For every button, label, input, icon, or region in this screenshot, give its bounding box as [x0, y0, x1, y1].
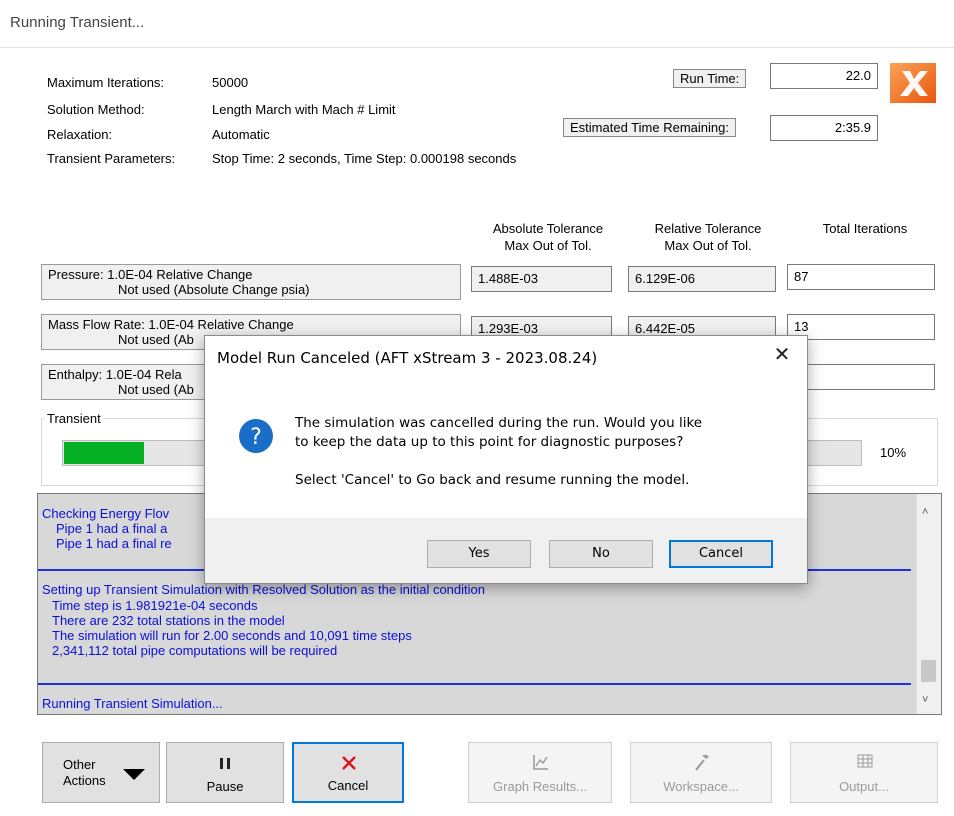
- pause-label: Pause: [206, 779, 244, 794]
- workspace-button[interactable]: Workspace...: [630, 742, 772, 803]
- dialog-message-line2: to keep the data up to this point for di…: [295, 434, 684, 450]
- pressure-tolerance-line1: Pressure: 1.0E-04 Relative Change: [48, 267, 253, 282]
- log-line: Checking Energy Flov: [42, 506, 170, 521]
- estimated-remaining-value: 2:35.9: [770, 115, 878, 141]
- svg-text:?: ?: [250, 425, 262, 450]
- pressure-tolerance-line2: Not used (Absolute Change psia): [118, 282, 310, 297]
- aft-logo-icon: [890, 63, 936, 103]
- dialog-close-icon[interactable]: ✕: [767, 342, 797, 367]
- transient-progress-fill: [64, 442, 144, 464]
- log-line: Pipe 1 had a final re: [56, 536, 172, 551]
- pressure-tolerance-box: Pressure: 1.0E-04 Relative Change Not us…: [41, 264, 461, 300]
- log-line: There are 232 total stations in the mode…: [52, 613, 285, 628]
- red-x-icon: [342, 756, 356, 770]
- relative-tolerance-header: Relative Tolerance Max Out of Tol.: [654, 221, 762, 253]
- relaxation-value: Automatic: [212, 127, 270, 142]
- enthalpy-iterations: 3: [787, 364, 935, 390]
- transient-parameters-value: Stop Time: 2 seconds, Time Step: 0.00019…: [212, 151, 517, 166]
- mass-flow-tolerance-line1: Mass Flow Rate: 1.0E-04 Relative Change: [48, 317, 294, 332]
- cancel-run-button[interactable]: Cancel: [292, 742, 404, 803]
- graph-icon: [533, 755, 548, 770]
- max-iterations-label: Maximum Iterations:: [47, 75, 165, 90]
- enthalpy-tolerance-line1: Enthalpy: 1.0E-04 Rela: [48, 367, 182, 382]
- graph-results-label: Graph Results...: [493, 779, 587, 794]
- run-time-label: Run Time:: [673, 69, 747, 88]
- wrench-icon: [695, 754, 709, 771]
- estimated-remaining-label: Estimated Time Remaining:: [563, 118, 736, 137]
- pause-icon: [220, 758, 230, 769]
- dialog-message-line3: Select 'Cancel' to Go back and resume ru…: [295, 472, 690, 488]
- max-iterations-value: 50000: [212, 75, 249, 90]
- output-button[interactable]: Output...: [790, 742, 938, 803]
- window-title: Running Transient...: [10, 14, 145, 31]
- solution-method-label: Solution Method:: [47, 102, 145, 117]
- dialog-title: Model Run Canceled (AFT xStream 3 - 2023…: [217, 349, 598, 367]
- absolute-tolerance-header: Absolute Tolerance Max Out of Tol.: [492, 221, 604, 253]
- dialog-message-line1: The simulation was cancelled during the …: [295, 415, 703, 431]
- log-line: Setting up Transient Simulation with Res…: [42, 582, 485, 597]
- log-line: Time step is 1.981921e-04 seconds: [52, 598, 258, 613]
- dialog-footer: Yes No Cancel: [205, 518, 807, 583]
- other-actions-label-line2: Actions: [63, 773, 106, 788]
- scroll-down-icon[interactable]: ˅: [922, 694, 928, 706]
- transient-parameters-label: Transient Parameters:: [47, 151, 176, 166]
- pressure-rel-tol: 6.129E-06: [628, 266, 776, 292]
- graph-results-button[interactable]: Graph Results...: [468, 742, 612, 803]
- scroll-up-icon[interactable]: ˄: [922, 506, 928, 518]
- dialog-cancel-button[interactable]: Cancel: [669, 540, 773, 568]
- dialog-no-button[interactable]: No: [549, 540, 653, 568]
- other-actions-label-line1: Other: [63, 757, 96, 772]
- title-separator: [0, 47, 954, 48]
- log-separator: [38, 683, 911, 685]
- transient-group-label: Transient: [44, 411, 104, 426]
- log-line: The simulation will run for 2.00 seconds…: [52, 628, 412, 643]
- log-line: Running Transient Simulation...: [42, 696, 223, 711]
- dropdown-arrow-icon: [123, 769, 145, 780]
- log-line: 2,341,112 total pipe computations will b…: [52, 643, 338, 658]
- model-run-canceled-dialog: Model Run Canceled (AFT xStream 3 - 2023…: [204, 335, 808, 584]
- workspace-label: Workspace...: [663, 779, 739, 794]
- scrollbar-thumb[interactable]: [921, 660, 936, 682]
- table-icon: [857, 754, 873, 768]
- other-actions-button[interactable]: Other Actions: [42, 742, 160, 803]
- relaxation-label: Relaxation:: [47, 127, 113, 142]
- pressure-iterations: 87: [787, 264, 935, 290]
- question-icon: ?: [239, 419, 273, 453]
- log-line: Pipe 1 had a final a: [56, 521, 168, 536]
- output-label: Output...: [839, 779, 889, 794]
- pause-button[interactable]: Pause: [166, 742, 284, 803]
- cancel-run-label: Cancel: [327, 778, 369, 793]
- transient-progress-percent: 10%: [880, 445, 907, 460]
- mass-flow-iterations: 13: [787, 314, 935, 340]
- dialog-yes-button[interactable]: Yes: [427, 540, 531, 568]
- pressure-abs-tol: 1.488E-03: [471, 266, 612, 292]
- solution-method-value: Length March with Mach # Limit: [212, 102, 396, 117]
- total-iterations-header: Total Iterations: [822, 221, 908, 236]
- log-scrollbar[interactable]: ˄ ˅: [916, 494, 941, 714]
- run-time-value: 22.0: [770, 63, 878, 89]
